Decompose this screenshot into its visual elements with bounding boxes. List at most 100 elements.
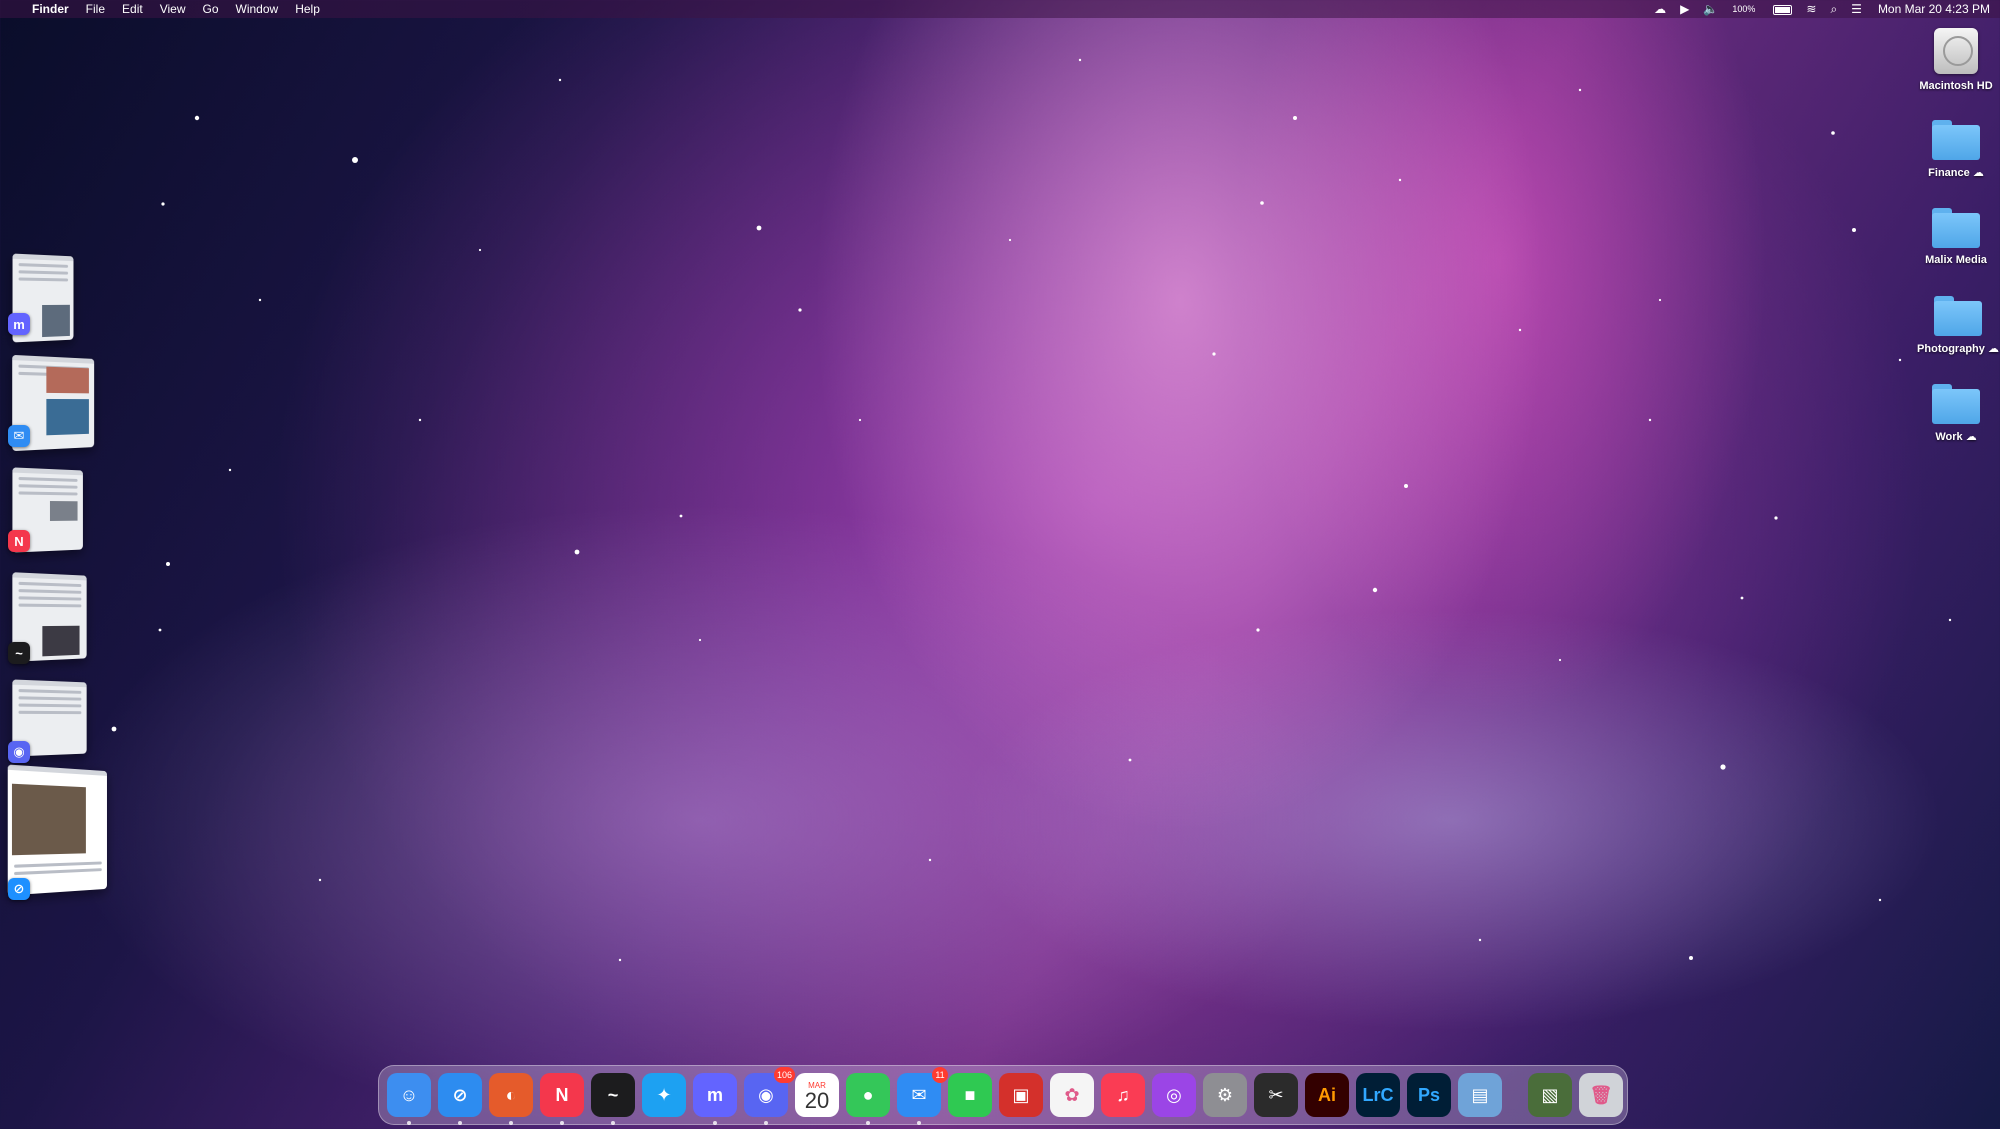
folder-icon [1934, 296, 1982, 336]
illustrator-icon: Ai [1318, 1084, 1336, 1105]
menu-help[interactable]: Help [295, 2, 320, 16]
notification-badge: 106 [773, 1067, 795, 1083]
stocks-icon: ~ [8, 642, 30, 664]
preview-icon: ▤ [1471, 1084, 1489, 1105]
running-indicator [458, 1121, 462, 1125]
now-playing-icon[interactable]: ▶ [1680, 2, 1689, 16]
desktop-icon-macintosh-hd[interactable]: Macintosh HD [1916, 28, 1996, 92]
notification-badge: 11 [932, 1067, 948, 1083]
messages-icon: ● [862, 1084, 874, 1105]
desktop-icon-label: Finance [1928, 167, 1970, 179]
lightroom-icon: LrC [1362, 1084, 1394, 1105]
menu-clock[interactable]: Mon Mar 20 4:23 PM [1878, 2, 1990, 16]
safari-icon: ⊘ [452, 1084, 468, 1105]
music-icon: ♫ [1116, 1084, 1130, 1105]
dock-item-finder[interactable]: ☺ [387, 1073, 431, 1125]
dock-item-mastodon[interactable]: m [693, 1073, 737, 1125]
battery-percent: 100% [1732, 4, 1756, 14]
desktop-icon-photography[interactable]: Photography ☁ [1910, 296, 2000, 355]
dock-item-podcasts[interactable]: ◎ [1152, 1073, 1196, 1117]
dock-item-twitter[interactable]: ✦ [642, 1073, 686, 1117]
desktop-icon-finance[interactable]: Finance ☁ [1916, 120, 1996, 179]
dock-item-downloads[interactable]: ▧ [1528, 1073, 1572, 1117]
menu-view[interactable]: View [160, 2, 186, 16]
running-indicator [713, 1121, 717, 1125]
dock-item-illustrator[interactable]: Ai [1305, 1073, 1349, 1117]
control-center-icon[interactable]: ☰ [1851, 2, 1862, 16]
running-indicator [866, 1121, 870, 1125]
icloud-icon: ☁ [1972, 167, 1984, 179]
dock-item-lightroom-classic[interactable]: LrC [1356, 1073, 1400, 1117]
dock-item-discord[interactable]: ◉ 106 [744, 1067, 795, 1125]
desktop-icon-malix-media[interactable]: Malix Media [1916, 208, 1996, 266]
dock-item-photoshop[interactable]: Ps [1407, 1073, 1451, 1117]
dock-item-stocks[interactable]: ~ [591, 1073, 635, 1125]
hard-drive-icon [1934, 28, 1978, 74]
mail-icon: ✉ [911, 1084, 927, 1105]
dock: ☺ ⊘ ◐ N ~ ✦ m ◉ 106 MAR 20 ● ✉ 11 ■ ▣ ✿ ♫ ◎ ⚙ ✂ Ai LrC Ps ▤ ▧ 🗑 [378, 1065, 1628, 1125]
wifi-icon[interactable]: ≋ [1806, 2, 1816, 16]
icloud-icon: ☁ [1965, 431, 1977, 443]
mail-icon: ✉ [8, 425, 30, 447]
menu-app-name[interactable]: Finder [32, 2, 69, 16]
running-indicator [407, 1121, 411, 1125]
folder-icon [1932, 208, 1980, 248]
dock-item-calendar[interactable]: MAR 20 [795, 1073, 839, 1117]
dock-item-firefox[interactable]: ◐ [489, 1073, 533, 1125]
podcasts-icon: ◎ [1166, 1084, 1182, 1105]
photos-icon: ✿ [1064, 1084, 1080, 1105]
folder-icon [1932, 384, 1980, 424]
running-indicator [917, 1121, 921, 1125]
news-icon: N [555, 1084, 569, 1105]
running-indicator [509, 1121, 513, 1125]
finder-icon: ☺ [399, 1084, 419, 1105]
dock-item-system-settings[interactable]: ⚙ [1203, 1073, 1247, 1117]
mastodon-icon: m [706, 1084, 723, 1105]
dock-item-preview[interactable]: ▤ [1458, 1073, 1502, 1117]
menu-bar: Finder File Edit View Go Window Help ☁ ▶… [0, 0, 2000, 18]
photoshop-icon: Ps [1417, 1084, 1441, 1105]
safari-icon: ⊘ [8, 878, 30, 900]
volume-icon[interactable]: 🔈 [1703, 2, 1718, 16]
stage-window-safari[interactable] [7, 764, 107, 896]
menu-go[interactable]: Go [203, 2, 219, 16]
running-indicator [611, 1121, 615, 1125]
trash-icon: 🗑 [1589, 1084, 1613, 1105]
dock-item-photos[interactable]: ✿ [1050, 1073, 1094, 1117]
menu-file[interactable]: File [86, 2, 105, 16]
dock-item-mail[interactable]: ✉ 11 [897, 1067, 948, 1125]
desktop-icon-work[interactable]: Work ☁ [1916, 384, 1996, 443]
dock-item-photo-booth[interactable]: ▣ [999, 1073, 1043, 1117]
twitter-icon: ✦ [656, 1084, 672, 1105]
discord-icon: ◉ [758, 1084, 774, 1105]
image-stack-icon: ▧ [1541, 1084, 1559, 1105]
menu-window[interactable]: Window [236, 2, 279, 16]
running-indicator [560, 1121, 564, 1125]
running-indicator [764, 1121, 768, 1125]
dock-item-facetime[interactable]: ■ [948, 1073, 992, 1117]
stocks-icon: ~ [607, 1084, 619, 1105]
dock-item-music[interactable]: ♫ [1101, 1073, 1145, 1117]
calendar-day: 20 [804, 1087, 830, 1113]
final-cut-icon: ✂ [1268, 1084, 1284, 1105]
creative-cloud-icon[interactable]: ☁ [1654, 2, 1666, 16]
desktop-icon-label: Photography [1917, 343, 1985, 355]
dock-item-final-cut-pro[interactable]: ✂ [1254, 1073, 1298, 1117]
firefox-icon: ◐ [505, 1084, 517, 1105]
wallpaper-stars [111, 58, 1952, 962]
mastodon-icon: m [8, 313, 30, 335]
folder-icon [1932, 120, 1980, 160]
battery-icon[interactable] [1759, 2, 1793, 16]
dock-item-news[interactable]: N [540, 1073, 584, 1125]
desktop-icon-label: Malix Media [1925, 254, 1987, 266]
photo-booth-icon: ▣ [1012, 1084, 1030, 1105]
desktop-icon-label: Macintosh HD [1919, 80, 1993, 92]
dock-item-messages[interactable]: ● [846, 1073, 890, 1125]
news-icon: N [8, 530, 30, 552]
facetime-icon: ■ [964, 1084, 976, 1105]
menu-edit[interactable]: Edit [122, 2, 143, 16]
icloud-icon: ☁ [1987, 343, 1999, 355]
spotlight-search-icon[interactable]: ⌕ [1830, 2, 1837, 17]
dock-item-safari[interactable]: ⊘ [438, 1073, 482, 1125]
dock-item-trash[interactable]: 🗑 [1579, 1073, 1623, 1117]
